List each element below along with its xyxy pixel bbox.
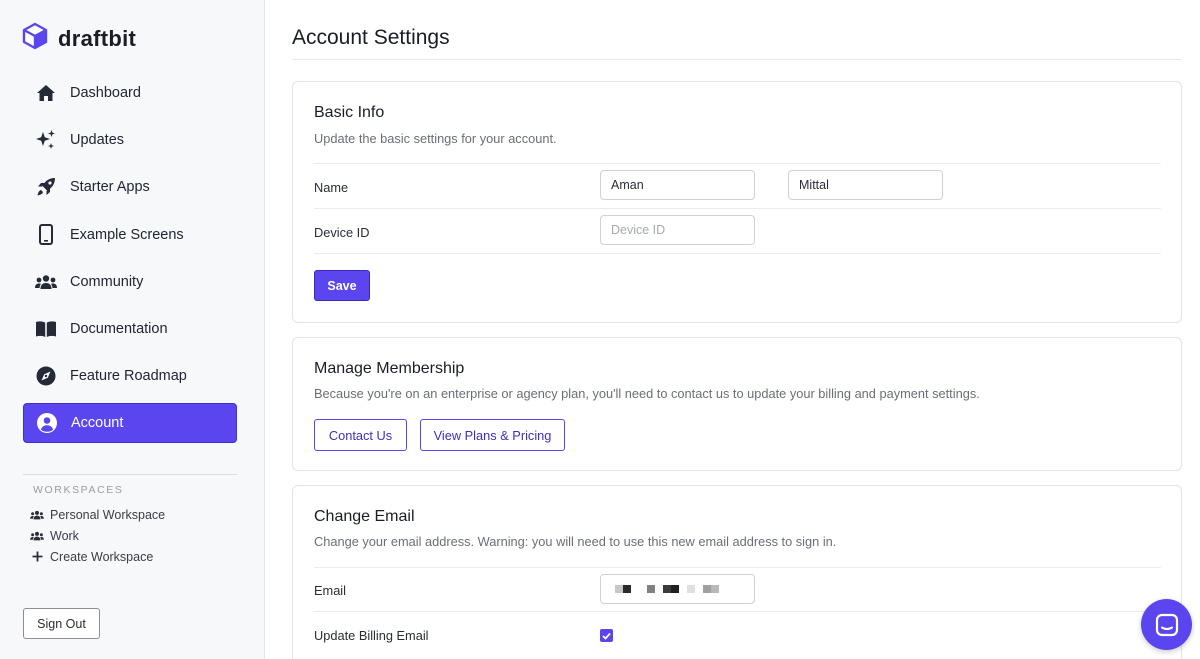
change-email-title: Change Email [314, 508, 415, 525]
rocket-icon [35, 176, 57, 198]
membership-card: Manage Membership Because you're on an e… [292, 337, 1182, 471]
device-id-label: Device ID [314, 225, 370, 240]
save-button[interactable]: Save [314, 270, 370, 301]
workspace-label: Work [50, 528, 79, 543]
create-workspace-link[interactable]: Create Workspace [30, 546, 165, 567]
sidebar-item-community[interactable]: Community [23, 262, 237, 302]
basic-info-title: Basic Info [314, 104, 385, 121]
chat-icon [1155, 613, 1178, 636]
sidebar-item-label: Updates [70, 132, 125, 149]
workspace-item-personal[interactable]: Personal Workspace [30, 504, 165, 525]
cube-logo-icon [22, 22, 48, 55]
user-circle-icon [36, 412, 58, 434]
row-divider [314, 253, 1161, 254]
sidebar-divider [23, 474, 237, 475]
row-divider [314, 567, 1161, 568]
sidebar-item-label: Account [71, 415, 124, 432]
users-icon [30, 531, 44, 541]
sidebar-item-label: Dashboard [70, 85, 141, 101]
email-input[interactable] [600, 574, 755, 604]
users-icon [35, 271, 57, 293]
sidebar-item-label: Community [70, 273, 144, 290]
home-icon [35, 82, 57, 104]
sidebar-item-label: Feature Roadmap [70, 368, 187, 385]
sidebar-nav: Dashboard Updates Starter Apps Example S… [23, 73, 237, 451]
sidebar-item-dashboard[interactable]: Dashboard [23, 73, 237, 113]
first-name-input[interactable] [600, 170, 755, 200]
chat-launcher-button[interactable] [1141, 599, 1192, 650]
redacted-email [615, 585, 719, 593]
membership-description: Because you're on an enterprise or agenc… [314, 386, 980, 401]
check-icon [602, 632, 611, 640]
compass-icon [35, 365, 57, 387]
sidebar-item-label: Example Screens [70, 226, 184, 243]
contact-us-button[interactable]: Contact Us [314, 419, 407, 451]
plus-icon [30, 551, 44, 562]
page-title: Account Settings [292, 26, 450, 49]
last-name-input[interactable] [788, 170, 943, 200]
view-plans-button[interactable]: View Plans & Pricing [420, 419, 565, 451]
row-divider [314, 163, 1161, 164]
sidebar-item-documentation[interactable]: Documentation [23, 309, 237, 349]
brand-logo[interactable]: draftbit [22, 22, 136, 55]
sign-out-button[interactable]: Sign Out [23, 608, 100, 639]
name-label: Name [314, 180, 349, 195]
billing-email-checkbox[interactable] [600, 629, 613, 642]
sidebar-item-starter-apps[interactable]: Starter Apps [23, 167, 237, 207]
row-divider [314, 611, 1161, 612]
workspace-list: Personal Workspace Work Create Workspace [30, 504, 165, 567]
email-label: Email [314, 583, 346, 598]
device-id-input[interactable] [600, 215, 755, 245]
basic-info-card: Basic Info Update the basic settings for… [292, 81, 1182, 323]
book-icon [35, 318, 57, 340]
billing-email-label: Update Billing Email [314, 628, 429, 643]
sidebar-item-label: Documentation [70, 320, 168, 337]
brand-name: draftbit [58, 25, 137, 51]
title-divider [292, 59, 1181, 60]
sidebar: draftbit Dashboard Updates Starter Apps … [0, 0, 265, 659]
users-icon [30, 510, 44, 520]
membership-title: Manage Membership [314, 360, 465, 377]
change-email-card: Change Email Change your email address. … [292, 485, 1182, 659]
row-divider [314, 208, 1161, 209]
sidebar-item-updates[interactable]: Updates [23, 120, 237, 160]
sidebar-item-example-screens[interactable]: Example Screens [23, 215, 237, 255]
workspaces-heading: WORKSPACES [33, 484, 124, 496]
workspace-label: Create Workspace [50, 549, 154, 564]
sidebar-item-feature-roadmap[interactable]: Feature Roadmap [23, 356, 237, 396]
sparkles-icon [35, 129, 57, 151]
workspace-item-work[interactable]: Work [30, 525, 165, 546]
change-email-description: Change your email address. Warning: you … [314, 534, 837, 549]
sidebar-item-account[interactable]: Account [23, 403, 237, 444]
sidebar-item-label: Starter Apps [70, 179, 150, 196]
workspace-label: Personal Workspace [50, 507, 166, 522]
mobile-icon [35, 224, 57, 246]
basic-info-description: Update the basic settings for your accou… [314, 131, 557, 146]
